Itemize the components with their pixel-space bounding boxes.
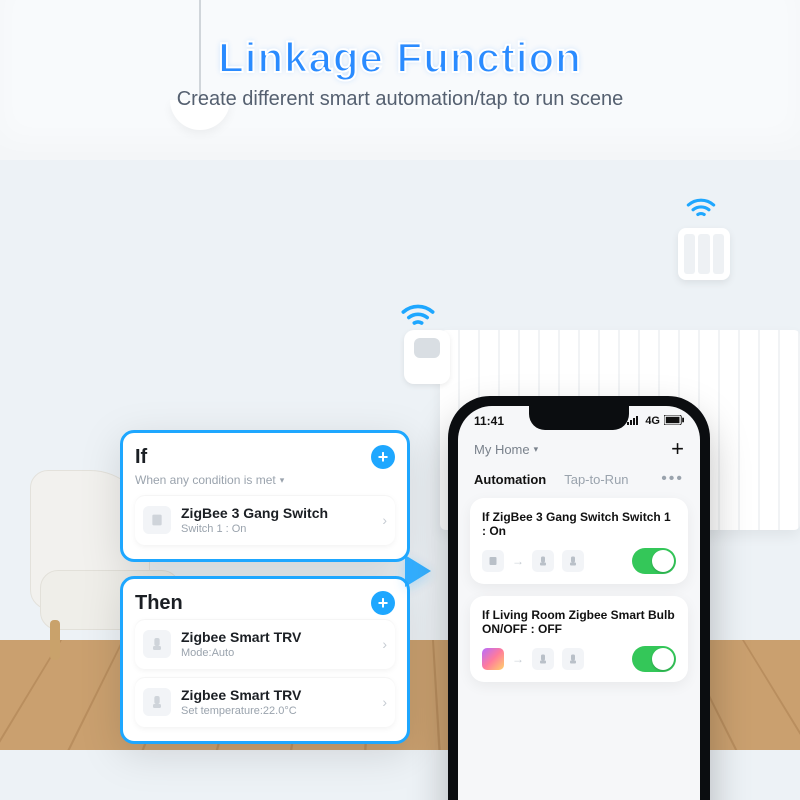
phone-notch	[529, 406, 629, 430]
home-label: My Home	[474, 442, 530, 457]
app-screen: 11:41 4G My Home ▾ +	[458, 406, 700, 800]
trv-icon	[143, 688, 171, 716]
signal-icon	[627, 415, 641, 428]
bulb-icon	[482, 648, 504, 670]
trv-icon	[562, 550, 584, 572]
condition-mode-selector[interactable]: When any condition is met ▾	[135, 473, 395, 487]
action-device-name: Zigbee Smart TRV	[181, 687, 301, 703]
automation-toggle[interactable]	[632, 548, 676, 574]
hero-title: Linkage Function	[0, 34, 800, 82]
arrow-icon: →	[512, 554, 524, 568]
promo-scene: Linkage Function Create different smart …	[0, 0, 800, 800]
caret-down-icon: ▾	[280, 475, 285, 486]
tab-tap-to-run[interactable]: Tap-to-Run	[564, 472, 628, 487]
automation-card[interactable]: If Living Room Zigbee Smart Bulb ON/OFF …	[470, 596, 688, 682]
condition-mode-label: When any condition is met	[135, 473, 276, 487]
home-selector[interactable]: My Home ▾	[474, 442, 538, 457]
then-title: Then	[135, 592, 183, 615]
phone-mockup: 11:41 4G My Home ▾ +	[448, 396, 710, 800]
condition-row[interactable]: ZigBee 3 Gang Switch Switch 1 : On ›	[135, 495, 395, 545]
trv-icon	[143, 630, 171, 658]
add-action-button[interactable]: +	[371, 591, 395, 615]
caret-down-icon: ▾	[534, 444, 539, 455]
hero-heading: Linkage Function Create different smart …	[0, 34, 800, 111]
wifi-icon	[682, 186, 720, 224]
add-automation-button[interactable]: +	[671, 436, 684, 462]
automation-title: If Living Room Zigbee Smart Bulb ON/OFF …	[482, 608, 676, 636]
status-time: 11:41	[474, 414, 504, 428]
automation-editor-callout: If + When any condition is met ▾ ZigBee …	[120, 430, 410, 758]
action-row[interactable]: Zigbee Smart TRV Mode:Auto ›	[135, 619, 395, 669]
device-icon	[143, 506, 171, 534]
hero-subtitle: Create different smart automation/tap to…	[0, 88, 800, 111]
automation-toggle[interactable]	[632, 646, 676, 672]
condition-device-name: ZigBee 3 Gang Switch	[181, 505, 328, 521]
more-menu-button[interactable]: •••	[661, 470, 684, 488]
arrow-icon: →	[512, 652, 524, 666]
trv-icon	[532, 648, 554, 670]
mode-tabs: Automation Tap-to-Run •••	[458, 466, 700, 498]
if-title: If	[135, 446, 147, 469]
automation-flow-icons: →	[482, 550, 584, 572]
wall-switch	[678, 228, 730, 280]
action-device-name: Zigbee Smart TRV	[181, 629, 301, 645]
if-panel: If + When any condition is met ▾ ZigBee …	[120, 430, 410, 562]
action-detail: Set temperature:22.0°C	[181, 705, 301, 717]
callout-pointer	[405, 555, 431, 587]
automation-flow-icons: →	[482, 648, 584, 670]
network-label: 4G	[645, 415, 660, 427]
condition-detail: Switch 1 : On	[181, 523, 328, 535]
add-condition-button[interactable]: +	[371, 445, 395, 469]
action-detail: Mode:Auto	[181, 647, 301, 659]
action-row[interactable]: Zigbee Smart TRV Set temperature:22.0°C …	[135, 677, 395, 727]
automation-card[interactable]: If ZigBee 3 Gang Switch Switch 1 : On →	[470, 498, 688, 584]
thermostat-valve	[404, 330, 450, 384]
then-panel: Then + Zigbee Smart TRV Mode:Auto › Zigb…	[120, 576, 410, 744]
wifi-icon	[396, 290, 440, 334]
tab-automation[interactable]: Automation	[474, 472, 546, 487]
chevron-right-icon: ›	[382, 694, 387, 710]
chevron-right-icon: ›	[382, 512, 387, 528]
chevron-right-icon: ›	[382, 636, 387, 652]
battery-icon	[664, 415, 684, 428]
automation-title: If ZigBee 3 Gang Switch Switch 1 : On	[482, 510, 676, 538]
trv-icon	[532, 550, 554, 572]
device-icon	[482, 550, 504, 572]
trv-icon	[562, 648, 584, 670]
